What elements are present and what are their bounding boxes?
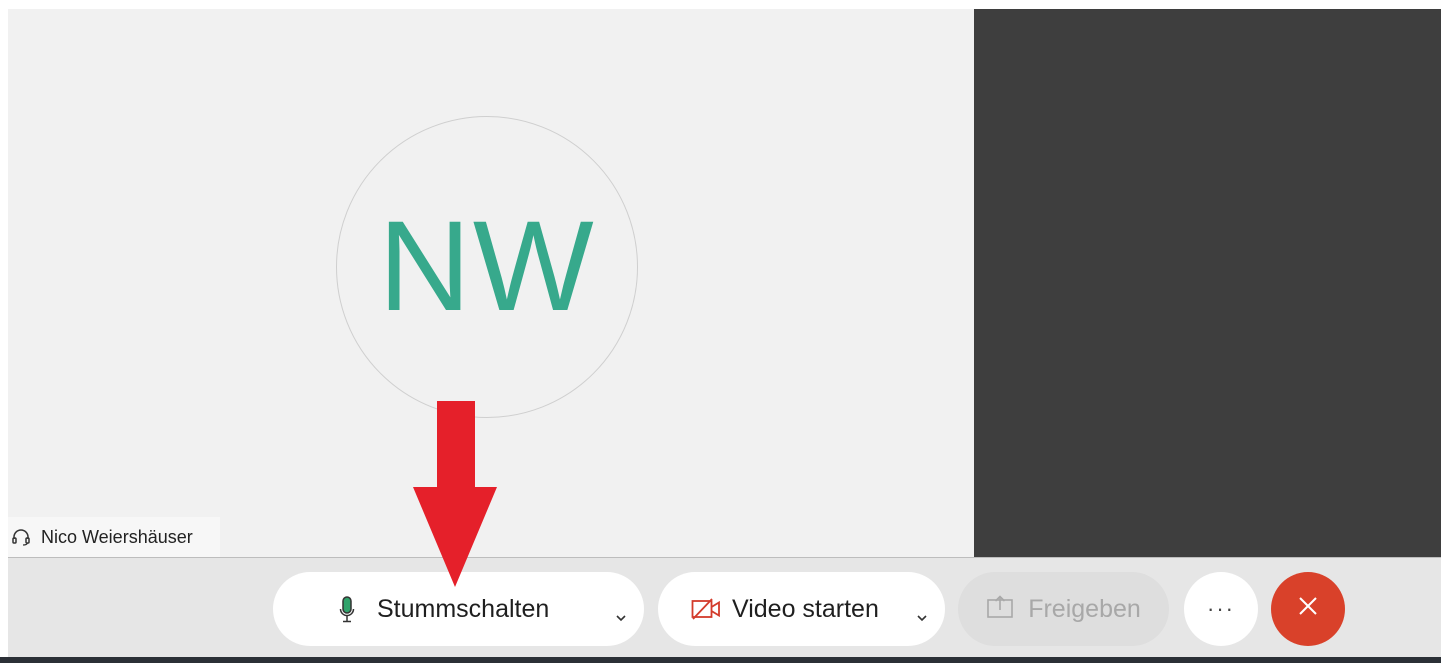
leave-meeting-button[interactable]	[1271, 572, 1345, 646]
avatar: NW	[336, 116, 638, 418]
side-video-tile	[974, 9, 1441, 557]
chevron-down-icon[interactable]	[915, 603, 929, 622]
avatar-initials: NW	[378, 195, 596, 338]
video-off-icon	[691, 597, 721, 628]
share-button[interactable]: Freigeben	[958, 572, 1169, 646]
microphone-icon	[339, 596, 355, 631]
more-icon: ···	[1207, 596, 1235, 621]
share-screen-icon	[986, 594, 1014, 626]
annotation-arrow	[413, 401, 497, 587]
close-icon	[1297, 595, 1319, 624]
meeting-toolbar: Stummschalten Video starten Freigeben ··…	[8, 557, 1441, 657]
start-video-button[interactable]: Video starten	[658, 572, 945, 646]
share-label: Freigeben	[1028, 594, 1141, 623]
meeting-stage: NW Nico Weiershäuser	[8, 9, 1441, 557]
start-video-label: Video starten	[732, 594, 879, 623]
more-button[interactable]: ···	[1184, 572, 1258, 646]
taskbar-strip	[0, 657, 1441, 663]
mute-label: Stummschalten	[377, 594, 550, 623]
participant-name-tag: Nico Weiershäuser	[8, 517, 220, 557]
headset-icon	[11, 527, 31, 547]
participant-name: Nico Weiershäuser	[41, 526, 193, 547]
chevron-down-icon[interactable]	[614, 603, 628, 622]
